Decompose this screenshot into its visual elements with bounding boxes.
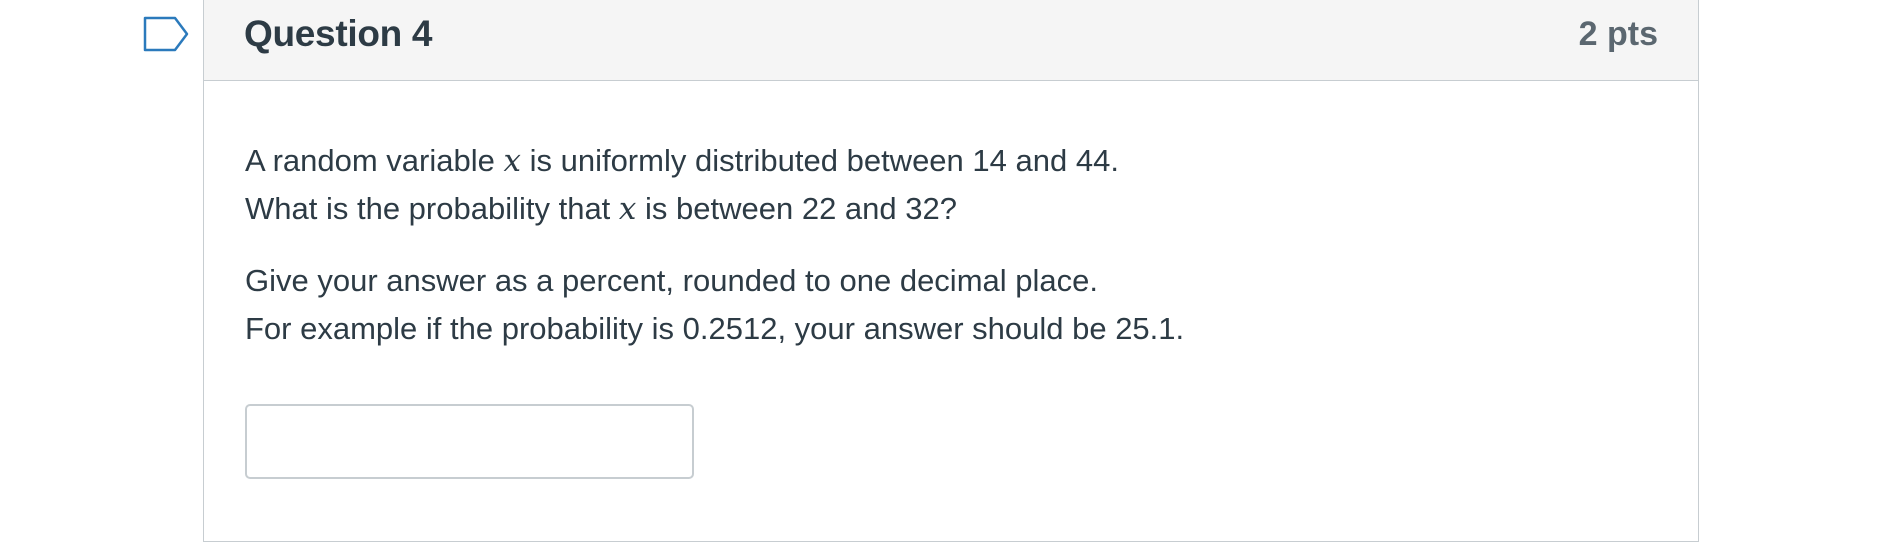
question-card: Question 4 2 pts A random variable x is … [203, 0, 1699, 542]
question-title: Question 4 [244, 13, 433, 54]
question-paragraph-1: A random variable x is uniformly distrib… [245, 137, 1645, 233]
question-paragraph-2: Give your answer as a percent, rounded t… [245, 257, 1645, 353]
answer-input[interactable] [245, 404, 694, 479]
question-header: Question 4 2 pts [204, 0, 1698, 81]
line2-text-end: is between 22 and 32? [636, 191, 957, 226]
flag-question-icon[interactable] [143, 16, 189, 52]
line1-text-end: is uniformly distributed between 14 and … [520, 143, 1119, 178]
math-variable-x: x [503, 143, 521, 179]
math-variable-x: x [618, 191, 637, 227]
line2-text-start: What is the probability that [245, 191, 619, 226]
question-text: A random variable x is uniformly distrib… [245, 137, 1645, 353]
line1-text-start: A random variable [245, 143, 504, 178]
example-line: For example if the probability is 0.2512… [245, 311, 1185, 346]
question-points: 2 pts [1578, 15, 1658, 53]
instruction-line: Give your answer as a percent, rounded t… [245, 263, 1098, 298]
